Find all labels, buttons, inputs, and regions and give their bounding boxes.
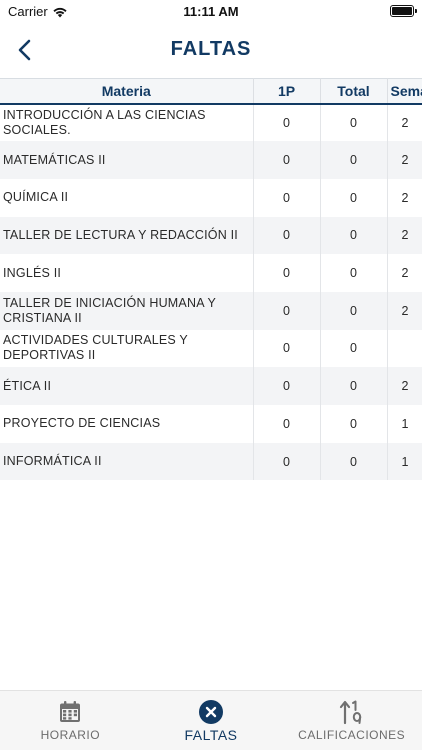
table-row: INFORMÁTICA II 0 0 1 (0, 442, 422, 480)
total-cell: 0 (320, 367, 388, 405)
week-cell: 2 (401, 190, 409, 205)
subject-cell: TALLER DE LECTURA Y REDACCIÓN II (0, 216, 254, 255)
total-cell: 0 (320, 216, 388, 255)
battery-icon (390, 5, 417, 17)
table-row: ACTIVIDADES CULTURALES Y DEPORTIVAS II 0 0 (0, 329, 422, 368)
first-period-cell: 0 (253, 367, 321, 405)
subject-cell: ÉTICA II (0, 367, 254, 405)
subject-cell: QUÍMICA II (0, 178, 254, 217)
table-row: QUÍMICA II 0 0 2 (0, 178, 422, 217)
first-period-cell: 0 (253, 329, 321, 368)
subject-cell: INTRODUCCIÓN A LAS CIENCIAS SOCIALES. (0, 103, 254, 142)
week-cell (387, 330, 422, 368)
absences-table: Materia 1P Total Sema INTRODUCCIÓN A LAS… (0, 78, 422, 480)
first-period-cell: 0 (253, 405, 321, 443)
tab-label-horario: HORARIO (40, 728, 101, 742)
subject-cell: MATEMÁTICAS II (0, 141, 254, 179)
tab-label-calificaciones: CALIFICACIONES (298, 728, 406, 742)
column-header-1p: 1P (253, 78, 321, 105)
tab-calificaciones[interactable]: CALIFICACIONES (281, 691, 422, 750)
first-period-cell: 0 (253, 442, 321, 480)
total-cell: 0 (320, 103, 388, 142)
tab-horario[interactable]: HORARIO (0, 691, 141, 750)
table-row: INGLÉS II 0 0 2 (0, 254, 422, 292)
first-period-cell: 0 (253, 141, 321, 179)
week-cell: 2 (401, 153, 409, 168)
carrier-name: Carrier (8, 4, 48, 19)
total-cell: 0 (320, 178, 388, 217)
status-bar: Carrier 11:11 AM (0, 0, 422, 24)
table-row: TALLER DE INICIACIÓN HUMANA Y CRISTIANA … (0, 291, 422, 330)
absences-table-scroll[interactable]: Materia 1P Total Sema INTRODUCCIÓN A LAS… (0, 78, 422, 480)
tab-faltas[interactable]: FALTAS (141, 691, 282, 750)
calendar-icon (57, 699, 83, 725)
week-cell: 1 (401, 416, 409, 431)
subject-cell: PROYECTO DE CIENCIAS (0, 405, 254, 443)
week-cell: 2 (401, 115, 409, 130)
carrier-label: Carrier (8, 4, 68, 19)
subject-cell: ACTIVIDADES CULTURALES Y DEPORTIVAS II (0, 329, 254, 368)
table-row: TALLER DE LECTURA Y REDACCIÓN II 0 0 2 (0, 216, 422, 255)
total-cell: 0 (320, 405, 388, 443)
total-cell: 0 (320, 442, 388, 480)
tab-bar: HORARIO FALTAS CALIFICACIONES (0, 690, 422, 750)
total-cell: 0 (320, 141, 388, 179)
table-body: INTRODUCCIÓN A LAS CIENCIAS SOCIALES. 0 0 2… (0, 103, 422, 480)
table-row: ÉTICA II 0 0 2 (0, 367, 422, 405)
column-header-total: Total (320, 78, 388, 105)
chevron-left-icon (18, 39, 31, 61)
table-row: MATEMÁTICAS II 0 0 2 (0, 141, 422, 179)
subject-cell: INGLÉS II (0, 254, 254, 292)
table-header: Materia 1P Total Sema (0, 78, 422, 105)
first-period-cell: 0 (253, 254, 321, 292)
nav-bar: FALTAS (0, 24, 422, 76)
first-period-cell: 0 (253, 178, 321, 217)
table-row: PROYECTO DE CIENCIAS 0 0 1 (0, 405, 422, 443)
tab-label-faltas: FALTAS (184, 727, 238, 743)
first-period-cell: 0 (253, 291, 321, 330)
x-circle-icon (198, 699, 224, 725)
table-row: INTRODUCCIÓN A LAS CIENCIAS SOCIALES. 0 0 2 (0, 103, 422, 142)
wifi-icon (53, 7, 67, 17)
first-period-cell: 0 (253, 103, 321, 142)
sort-numeric-icon (339, 699, 365, 725)
first-period-cell: 0 (253, 216, 321, 255)
subject-cell: INFORMÁTICA II (0, 442, 254, 480)
column-header-materia: Materia (0, 78, 254, 105)
week-cell: 2 (401, 303, 409, 318)
total-cell: 0 (320, 291, 388, 330)
subject-cell: TALLER DE INICIACIÓN HUMANA Y CRISTIANA … (0, 291, 254, 330)
week-cell: 2 (401, 266, 409, 281)
page-title: FALTAS (170, 38, 252, 60)
total-cell: 0 (320, 329, 388, 368)
week-cell: 2 (401, 379, 409, 394)
back-button[interactable] (10, 36, 38, 64)
week-cell: 2 (401, 228, 409, 243)
column-header-semana: Sema (387, 78, 422, 105)
week-cell: 1 (401, 454, 409, 469)
total-cell: 0 (320, 254, 388, 292)
